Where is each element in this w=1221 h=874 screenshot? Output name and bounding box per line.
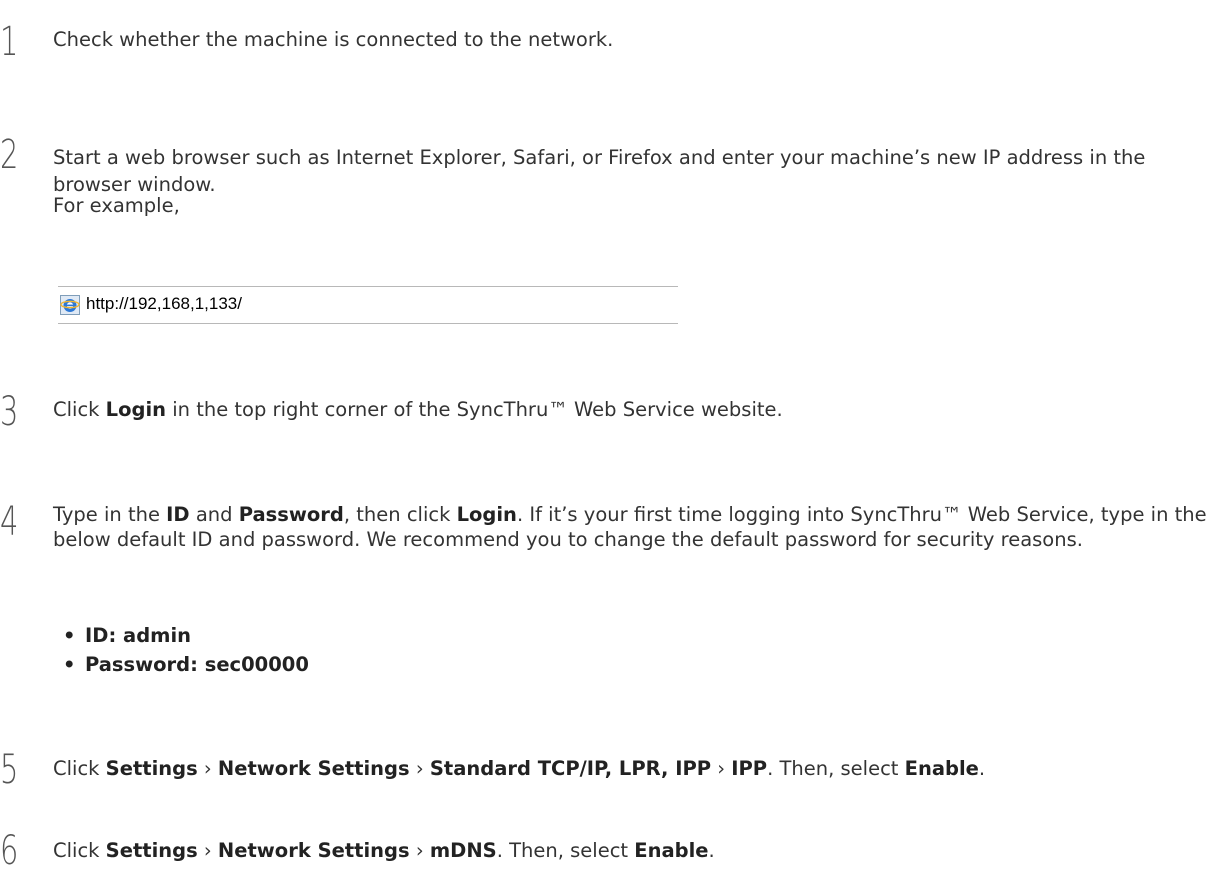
step-text: Click Settings › Network Settings › mDNS… bbox=[53, 839, 715, 862]
default-credentials-list: • ID: admin • Password: sec00000 bbox=[63, 621, 309, 679]
list-item: • ID: admin bbox=[63, 624, 192, 647]
list-item: • Password: sec00000 bbox=[63, 653, 309, 676]
password-term: Password bbox=[238, 503, 344, 526]
step-text: Click Login in the top right corner of t… bbox=[53, 398, 783, 421]
step-number: 4 bbox=[0, 499, 19, 545]
example-label: For example, bbox=[53, 194, 180, 217]
step-text: Type in the ID and Password, then click … bbox=[53, 503, 1207, 551]
step-number: 2 bbox=[0, 132, 19, 178]
step-number: 1 bbox=[0, 19, 19, 65]
step-number: 3 bbox=[0, 389, 19, 435]
step-text: Start a web browser such as Internet Exp… bbox=[53, 146, 1146, 196]
step-number: 5 bbox=[0, 747, 19, 793]
login-term: Login bbox=[456, 503, 517, 526]
url-text: http://192,168,1,133/ bbox=[86, 294, 242, 313]
id-term: ID bbox=[166, 503, 190, 526]
login-term: Login bbox=[105, 398, 167, 421]
step-number: 6 bbox=[0, 828, 19, 874]
browser-address-bar: http://192,168,1,133/ bbox=[58, 286, 678, 324]
step-text: Check whether the machine is connected t… bbox=[53, 28, 614, 51]
internet-explorer-icon bbox=[60, 295, 80, 315]
step-text: Click Settings › Network Settings › Stan… bbox=[53, 757, 986, 780]
